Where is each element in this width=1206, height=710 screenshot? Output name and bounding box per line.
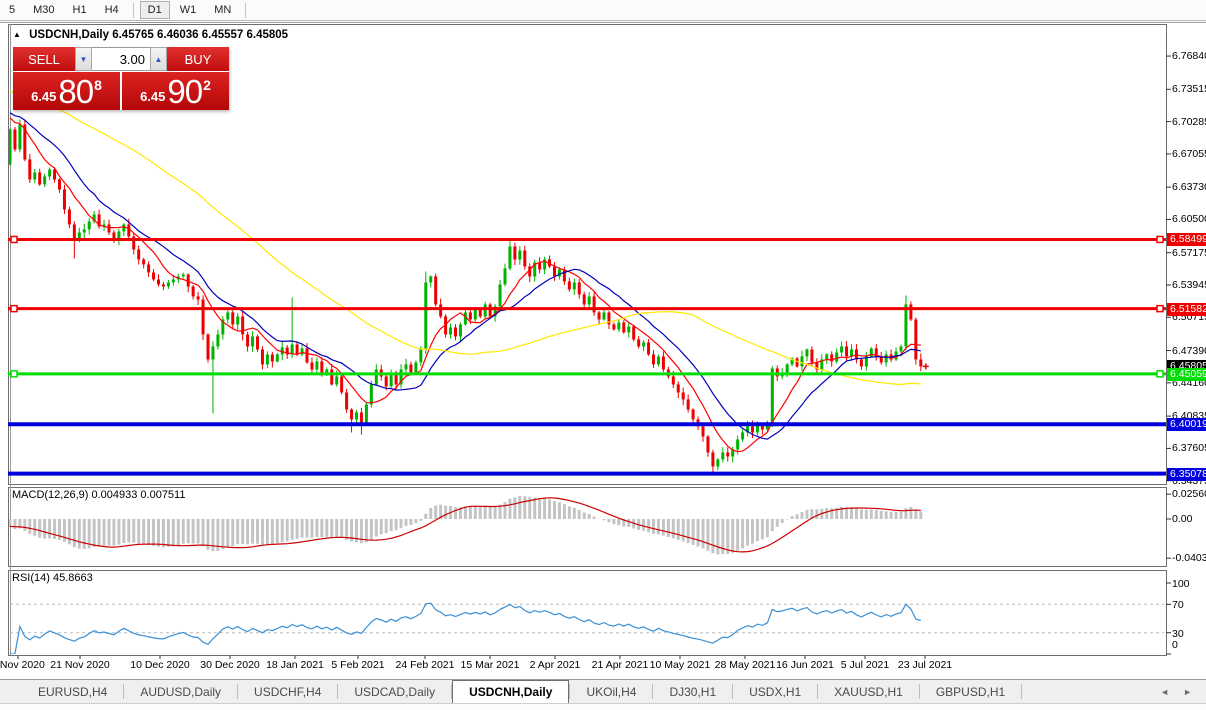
hline-6.45059[interactable] xyxy=(8,371,1166,377)
macd-signal-line xyxy=(10,498,921,552)
rsi-axis-label: 30 xyxy=(1172,628,1184,640)
timeframe-toolbar: 5M30H1H4 D1W1MN xyxy=(0,0,1206,21)
tab-usdcnh-daily[interactable]: USDCNH,Daily xyxy=(452,680,569,703)
date-axis-label: 18 Jan 2021 xyxy=(266,659,324,671)
trading-app-window: 5M30H1H4 D1W1MN ▲ USDCNH,Daily 6.45765 6.… xyxy=(0,0,1206,710)
timeframe-button-d1[interactable]: D1 xyxy=(140,1,170,19)
timeframe-button-h1[interactable]: H1 xyxy=(65,1,95,19)
panel-frame xyxy=(9,571,1167,656)
date-axis-label: 28 May 2021 xyxy=(715,659,776,671)
price-axis-label: 6.57175 xyxy=(1172,247,1206,259)
date-axis-label: 30 Dec 2020 xyxy=(200,659,260,671)
buy-price-pip: 2 xyxy=(203,77,211,93)
level-price-badge: 6.45059 xyxy=(1167,368,1206,381)
tab-audusd-daily[interactable]: AUDUSD,Daily xyxy=(124,680,237,703)
timeframe-button-m30[interactable]: M30 xyxy=(25,1,62,19)
chart-tab-bar: EURUSD,H4AUDUSD,DailyUSDCHF,H4USDCAD,Dai… xyxy=(0,679,1206,703)
macd-indicator-label: MACD(12,26,9) 0.004933 0.007511 xyxy=(12,489,185,501)
rsi-indicator-label: RSI(14) 45.8663 xyxy=(12,572,93,584)
bottom-strip xyxy=(0,703,1206,710)
date-axis-label: 3 Nov 2020 xyxy=(0,659,45,671)
tab-usdchf-h4[interactable]: USDCHF,H4 xyxy=(238,680,337,703)
date-axis-label: 23 Jul 2021 xyxy=(898,659,952,671)
ma-line-fast xyxy=(10,118,921,452)
date-axis-label: 16 Jun 2021 xyxy=(776,659,834,671)
candles xyxy=(9,119,923,472)
sell-price-prefix: 6.45 xyxy=(31,89,56,104)
collapse-trade-panel-icon[interactable]: ▲ xyxy=(13,30,21,39)
price-axis-label: 6.67055 xyxy=(1172,148,1206,160)
chart-symbol-label: USDCNH,Daily xyxy=(29,29,109,41)
date-axis-label: 21 Apr 2021 xyxy=(592,659,649,671)
volume-increase-button[interactable]: ▲ xyxy=(150,47,167,71)
price-axis-label: 6.63730 xyxy=(1172,181,1206,193)
macd-axis-label: 0.025609 xyxy=(1172,488,1206,500)
tab-separator xyxy=(1021,684,1022,699)
tab-usdcad-daily[interactable]: USDCAD,Daily xyxy=(338,680,451,703)
rsi-line xyxy=(10,603,921,654)
sell-price-big: 80 xyxy=(58,77,93,107)
ma-line-medium xyxy=(10,113,921,439)
timeframe-button-w1[interactable]: W1 xyxy=(172,1,205,19)
one-click-trade-panel: SELL ▼ ▲ BUY 6.45 80 8 6.45 90 2 xyxy=(13,47,229,110)
price-axis-label: 6.70285 xyxy=(1172,116,1206,128)
price-axis-label: 6.53945 xyxy=(1172,279,1206,291)
price-axis-label: 6.73515 xyxy=(1172,83,1206,95)
buy-price-big: 90 xyxy=(167,77,202,107)
buy-price-prefix: 6.45 xyxy=(140,89,165,104)
buy-price-box[interactable]: 6.45 90 2 xyxy=(122,72,229,110)
ma-line-slow xyxy=(10,91,921,385)
date-axis-label: 24 Feb 2021 xyxy=(396,659,455,671)
sell-button[interactable]: SELL xyxy=(13,47,75,71)
toolbar-separator xyxy=(245,3,246,18)
level-price-badge: 6.40019 xyxy=(1167,418,1206,431)
date-axis-label: 2 Apr 2021 xyxy=(530,659,581,671)
price-axis-label: 6.60500 xyxy=(1172,213,1206,225)
tab-usdx-h1[interactable]: USDX,H1 xyxy=(733,680,817,703)
current-price-marker xyxy=(923,363,929,369)
tab-dj30-h1[interactable]: DJ30,H1 xyxy=(653,680,732,703)
level-price-badge: 6.51582 xyxy=(1167,303,1206,316)
rsi-axis-label: 100 xyxy=(1172,578,1190,590)
rsi-axis-label: 70 xyxy=(1172,599,1184,611)
volume-input[interactable] xyxy=(92,47,150,71)
timeframe-button-mn[interactable]: MN xyxy=(206,1,239,19)
tab-ukoil-h4[interactable]: UKOil,H4 xyxy=(570,680,652,703)
toolbar-separator xyxy=(133,3,134,18)
buy-button[interactable]: BUY xyxy=(167,47,229,71)
sell-price-pip: 8 xyxy=(94,77,102,93)
tab-scroll-left-icon[interactable]: ◄ xyxy=(1160,687,1169,697)
macd-axis-label: 0.00 xyxy=(1172,513,1192,525)
date-axis-label: 21 Nov 2020 xyxy=(50,659,110,671)
macd-axis-label: -0.04038 xyxy=(1172,552,1206,564)
date-axis-label: 10 May 2021 xyxy=(650,659,711,671)
timeframe-button-5[interactable]: 5 xyxy=(1,1,23,19)
date-axis-label: 15 Mar 2021 xyxy=(461,659,520,671)
tab-scroll-right-icon[interactable]: ► xyxy=(1183,687,1192,697)
tab-eurusd-h4[interactable]: EURUSD,H4 xyxy=(22,680,123,703)
volume-decrease-button[interactable]: ▼ xyxy=(75,47,92,71)
tab-scroll-arrows: ◄► xyxy=(1160,680,1192,704)
date-axis-label: 5 Jul 2021 xyxy=(841,659,889,671)
chart-ohlc-values: 6.45765 6.46036 6.45557 6.45805 xyxy=(112,29,288,41)
hline-6.51582[interactable] xyxy=(8,306,1166,312)
price-axis-label: 6.37605 xyxy=(1172,442,1206,454)
sell-price-box[interactable]: 6.45 80 8 xyxy=(13,72,120,110)
date-axis-label: 10 Dec 2020 xyxy=(130,659,190,671)
hline-6.58499[interactable] xyxy=(8,236,1166,242)
tab-gbpusd-h1[interactable]: GBPUSD,H1 xyxy=(920,680,1021,703)
price-axis-label: 6.47390 xyxy=(1172,345,1206,357)
macd-histogram xyxy=(10,496,921,554)
price-axis-label: 6.76840 xyxy=(1172,50,1206,62)
chart-header: ▲ USDCNH,Daily 6.45765 6.46036 6.45557 6… xyxy=(13,29,288,41)
level-price-badge: 6.35078 xyxy=(1167,468,1206,481)
timeframe-button-h4[interactable]: H4 xyxy=(97,1,127,19)
date-axis-label: 5 Feb 2021 xyxy=(331,659,384,671)
tab-xauusd-h1[interactable]: XAUUSD,H1 xyxy=(818,680,919,703)
rsi-axis-label: 0 xyxy=(1172,639,1178,651)
level-price-badge: 6.58499 xyxy=(1167,233,1206,246)
